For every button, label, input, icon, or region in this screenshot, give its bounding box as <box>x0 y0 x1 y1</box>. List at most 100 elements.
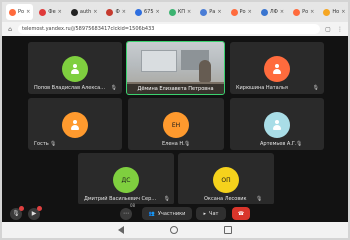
tab-label: auth <box>79 9 92 15</box>
tab-close-icon[interactable]: × <box>156 9 160 15</box>
tab-close-icon[interactable]: × <box>341 9 345 15</box>
camera-button[interactable]: ▶ <box>28 205 42 220</box>
participant-tile[interactable]: Гость 🎙 <box>28 98 122 150</box>
favicon-icon <box>323 8 331 16</box>
phone-hangup-icon: ☎ <box>237 210 245 217</box>
participant-tile[interactable]: Артемьев А.Г. 🎙 <box>230 98 324 150</box>
person-icon <box>70 120 80 130</box>
participant-tile[interactable]: ОП Оксана Лесовик 🎙 <box>178 153 274 205</box>
microphone-icon: 🎙 <box>10 205 24 220</box>
tab-close-icon[interactable]: × <box>122 9 126 15</box>
browser-tab[interactable]: Фе × <box>36 4 65 20</box>
tab-close-icon[interactable]: × <box>248 9 252 15</box>
mic-off-icon: 🎙 <box>110 85 117 91</box>
more-button[interactable]: ⋯ 08 <box>120 203 135 220</box>
participants-label: Участники <box>157 210 186 217</box>
avatar <box>62 112 88 138</box>
person-icon <box>70 64 80 74</box>
browser-tab[interactable]: Ро × <box>6 4 34 20</box>
favicon-icon <box>168 8 176 16</box>
browser-tab[interactable]: Ра × <box>197 4 224 20</box>
tab-close-icon[interactable]: × <box>58 9 62 15</box>
avatar-initials: ЕН <box>171 121 181 129</box>
mic-off-icon: 🎙 <box>312 85 319 91</box>
address-row: ⌂ telemost.yandex.ru/j/58975683417clckid… <box>2 22 348 36</box>
participant-tile[interactable]: Попов Владислав Александр... 🎙 <box>28 42 122 94</box>
browser-tab[interactable]: ЛФ × <box>258 4 287 20</box>
favicon-icon <box>70 8 78 16</box>
chat-icon: ▸ <box>203 210 207 217</box>
tab-label: Ро <box>302 9 309 15</box>
participant-name: Оксана Лесовик <box>204 196 247 202</box>
tab-close-icon[interactable]: × <box>93 9 97 15</box>
tab-close-icon[interactable]: × <box>280 9 284 15</box>
back-icon[interactable] <box>118 226 124 234</box>
tab-label: 675 <box>143 9 154 15</box>
browser-tab[interactable]: Ф × <box>103 4 129 20</box>
participant-tile[interactable]: ДС Дмитрий Васильевич Сердо... 🎙 <box>78 153 174 205</box>
menu-icon[interactable]: ⋮ <box>336 26 344 33</box>
favicon-icon <box>39 8 47 16</box>
tab-close-icon[interactable]: × <box>310 9 314 15</box>
avatar <box>62 56 88 82</box>
participants-button[interactable]: 👥 Участники <box>142 207 192 220</box>
avatar: ДС <box>113 167 139 193</box>
participant-name: Артемьев А.Г. <box>260 141 297 147</box>
participant-name: Гость <box>34 141 49 147</box>
favicon-icon <box>9 8 16 16</box>
android-nav-bar <box>2 222 348 238</box>
tab-label: Фе <box>48 9 56 15</box>
mic-off-icon: 🎙 <box>296 141 303 147</box>
microphone-button[interactable]: 🎙 <box>10 205 24 220</box>
browser-tab[interactable]: Ро × <box>290 4 317 20</box>
participant-name: Кирюшина Наталья <box>236 85 288 91</box>
tab-label: Но <box>332 9 340 15</box>
phone-screen: Ро×Фе×auth×Ф×675×КП×Ра×Ро×ЛФ×Ро×Но×Вс×Ро… <box>0 0 350 240</box>
favicon-icon <box>134 8 142 16</box>
avatar <box>264 112 290 138</box>
participant-name: Дёмина Елизавета Петровна <box>127 84 224 94</box>
home-circle-icon[interactable] <box>170 226 178 234</box>
favicon-icon <box>260 8 268 16</box>
tab-label: Ф <box>115 9 120 15</box>
chat-label: Чат <box>209 210 219 217</box>
tab-close-icon[interactable]: × <box>26 9 30 15</box>
tab-close-icon[interactable]: × <box>187 9 191 15</box>
muted-badge <box>19 205 24 211</box>
tab-label: Ро <box>239 9 246 15</box>
person-icon <box>272 64 282 74</box>
avatar: ОП <box>213 167 239 193</box>
avatar-initials: ДС <box>121 176 131 184</box>
browser-tab[interactable]: КП × <box>166 4 195 20</box>
address-bar[interactable]: telemost.yandex.ru/j/58975683417clckid=1… <box>18 24 320 34</box>
tab-switcher-icon[interactable]: ▢ <box>324 26 332 33</box>
participant-name: Дмитрий Васильевич Сердо... <box>84 196 159 202</box>
browser-tab-strip: Ро×Фе×auth×Ф×675×КП×Ра×Ро×ЛФ×Ро×Но×Вс×Ро… <box>2 2 348 22</box>
avatar <box>264 56 290 82</box>
recent-apps-icon[interactable] <box>224 226 232 234</box>
people-icon: 👥 <box>148 210 155 217</box>
favicon-icon <box>200 8 208 16</box>
participant-tile[interactable]: Кирюшина Наталья 🎙 <box>230 42 324 94</box>
leave-call-button[interactable]: ☎ <box>232 207 250 220</box>
participant-tile[interactable]: ЕН Елена Н. 🎙 <box>128 98 224 150</box>
chat-button[interactable]: ▸ Чат <box>196 207 226 220</box>
browser-tab[interactable]: Но × <box>320 4 348 20</box>
person-icon <box>272 120 282 130</box>
avatar: ЕН <box>163 112 189 138</box>
tab-label: КП <box>177 9 186 15</box>
mic-off-icon: 🎙 <box>163 196 170 202</box>
browser-tab[interactable]: 675 × <box>132 4 163 20</box>
camera-icon: ▶ <box>28 205 42 220</box>
mic-off-icon: 🎙 <box>256 196 263 202</box>
more-icon: ⋯ <box>120 207 132 220</box>
participant-tile-video[interactable]: Дёмина Елизавета Петровна <box>126 41 225 95</box>
browser-tab[interactable]: auth × <box>68 4 101 20</box>
browser-tab[interactable]: Ро × <box>228 4 255 20</box>
participants-count: 08 <box>130 203 136 208</box>
tab-label: Ро <box>18 9 25 15</box>
home-icon[interactable]: ⌂ <box>6 26 14 33</box>
participant-name: Попов Владислав Александр... <box>34 85 108 91</box>
url-text: telemost.yandex.ru/j/58975683417clckid=1… <box>22 26 155 32</box>
tab-close-icon[interactable]: × <box>217 9 221 15</box>
